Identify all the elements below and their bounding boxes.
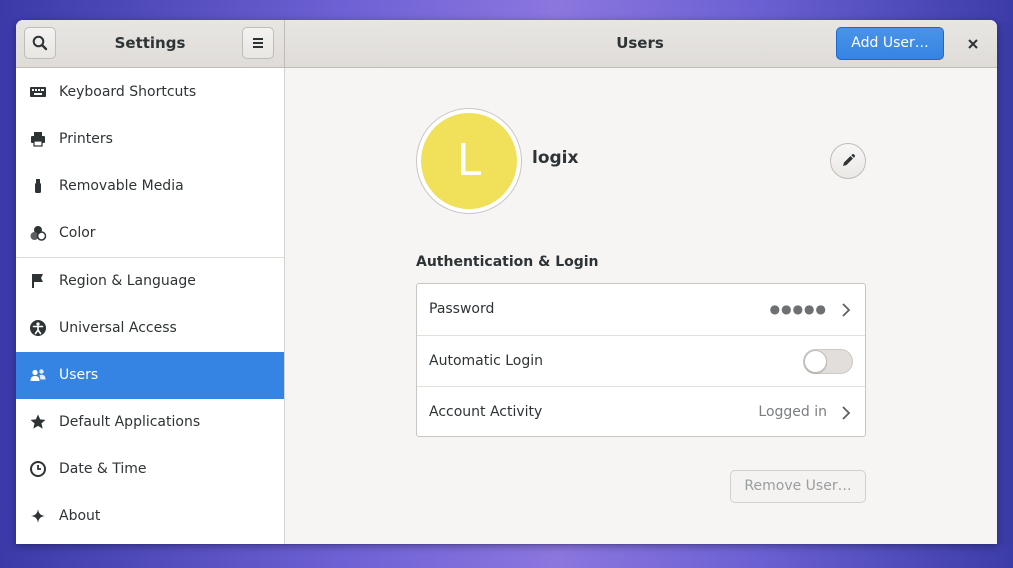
sidebar-item-label: Users: [59, 367, 99, 383]
switch-knob: [804, 350, 827, 373]
users-icon: [30, 369, 46, 381]
sidebar-item-label: Region & Language: [59, 273, 196, 289]
accessibility-icon: [30, 320, 46, 336]
edit-name-button[interactable]: [830, 143, 866, 179]
sidebar-item-label: Date & Time: [59, 461, 147, 477]
password-value: ●●●●●: [769, 302, 827, 316]
flag-icon: [32, 274, 43, 288]
close-button[interactable]: [960, 31, 986, 57]
add-user-button[interactable]: Add User…: [836, 27, 944, 60]
sidebar-item-about[interactable]: About: [16, 493, 284, 540]
search-button[interactable]: [24, 27, 56, 59]
desktop-background-top: [0, 0, 1013, 22]
password-label: Password: [429, 301, 495, 317]
sidebar-item-universal-access[interactable]: Universal Access: [16, 305, 284, 352]
sidebar: Keyboard Shortcuts Printers Removable Me…: [16, 68, 285, 544]
pencil-icon: [843, 153, 856, 166]
automatic-login-row: Automatic Login: [417, 335, 865, 386]
sidebar-header: Settings: [16, 20, 285, 67]
desktop-background-bottom: [0, 545, 1013, 568]
remove-user-button[interactable]: Remove User…: [730, 470, 866, 503]
account-activity-row[interactable]: Account Activity Logged in: [417, 386, 865, 437]
clock-icon: [30, 461, 46, 477]
sidebar-item-label: Keyboard Shortcuts: [59, 84, 197, 100]
sidebar-item-label: Printers: [59, 131, 113, 147]
header-bar: Settings Users Add User…: [16, 20, 997, 68]
username: logix: [532, 148, 579, 168]
sidebar-item-keyboard-shortcuts[interactable]: Keyboard Shortcuts: [16, 69, 284, 116]
automatic-login-switch[interactable]: [803, 349, 853, 374]
sidebar-item-label: Default Applications: [59, 414, 201, 430]
sparkle-icon: [31, 509, 45, 523]
chevron-right-icon: [842, 406, 851, 420]
sidebar-item-printers[interactable]: Printers: [16, 116, 284, 163]
account-activity-label: Account Activity: [429, 404, 543, 420]
settings-window: Settings Users Add User… Keyboard Shortc…: [16, 20, 997, 544]
sidebar-item-date-time[interactable]: Date & Time: [16, 446, 284, 493]
hamburger-menu-icon: [253, 38, 263, 48]
menu-button[interactable]: [242, 27, 274, 59]
sidebar-item-removable-media[interactable]: Removable Media: [16, 163, 284, 210]
section-title: Authentication & Login: [416, 254, 599, 270]
printer-icon: [31, 132, 45, 147]
close-icon: [968, 39, 978, 49]
sidebar-item-label: About: [59, 508, 101, 524]
keyboard-icon: [30, 87, 46, 97]
sidebar-item-label: Universal Access: [59, 320, 177, 336]
auth-login-list: Password ●●●●● Automatic Login Account A…: [416, 283, 866, 437]
star-icon: [30, 414, 46, 429]
automatic-login-label: Automatic Login: [429, 353, 544, 369]
password-row[interactable]: Password ●●●●●: [417, 284, 865, 335]
usb-drive-icon: [35, 179, 41, 193]
chevron-right-icon: [842, 303, 851, 317]
search-icon: [32, 35, 48, 51]
sidebar-item-label: Color: [59, 225, 96, 241]
color-icon: [30, 226, 47, 241]
users-panel: L logix Authentication & Login Password …: [285, 68, 997, 544]
sidebar-item-default-applications[interactable]: Default Applications: [16, 399, 284, 446]
avatar: L: [421, 113, 517, 209]
account-activity-value: Logged in: [758, 404, 827, 420]
sidebar-item-label: Removable Media: [59, 178, 184, 194]
sidebar-item-users[interactable]: Users: [16, 352, 284, 399]
sidebar-item-color[interactable]: Color: [16, 210, 284, 257]
sidebar-title: Settings: [114, 34, 186, 52]
sidebar-item-region-language[interactable]: Region & Language: [16, 258, 284, 305]
avatar-button[interactable]: L: [416, 108, 522, 214]
